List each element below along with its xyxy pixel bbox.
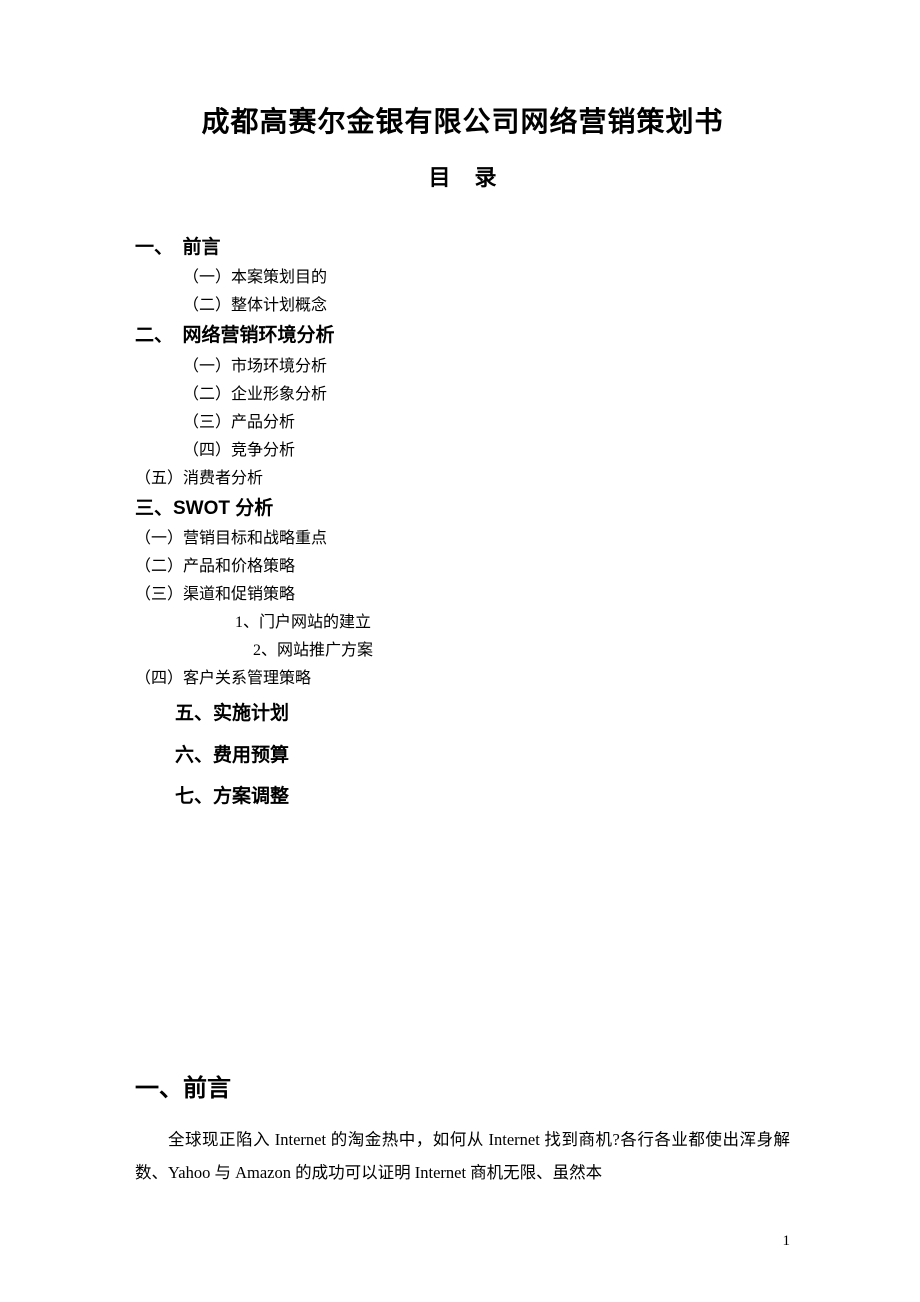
toc-item-3-4: （四）客户关系管理策略 xyxy=(135,665,790,693)
page-number: 1 xyxy=(783,1233,791,1250)
toc-item-2-2: （二）企业形象分析 xyxy=(135,381,790,409)
toc-item-3-3-2: 2、网站推广方案 xyxy=(135,637,790,665)
toc-item-3: 三、SWOT 分析 xyxy=(135,493,790,525)
section-1-heading: 一、前言 xyxy=(135,1068,790,1103)
document-title: 成都高赛尔金银有限公司网络营销策划书 xyxy=(135,100,790,140)
toc-item-2-5: （五）消费者分析 xyxy=(135,465,790,493)
toc-item-1-1: （一）本案策划目的 xyxy=(135,264,790,292)
toc-item-2-3: （三）产品分析 xyxy=(135,409,790,437)
toc-item-2-4: （四）竞争分析 xyxy=(135,437,790,465)
toc-item-1-2: （二）整体计划概念 xyxy=(135,292,790,320)
table-of-contents: 一、 前言 （一）本案策划目的 （二）整体计划概念 二、 网络营销环境分析 （一… xyxy=(135,232,790,818)
toc-item-3-3: （三）渠道和促销策略 xyxy=(135,581,790,609)
toc-item-3-1: （一）营销目标和战略重点 xyxy=(135,525,790,553)
toc-item-1: 一、 前言 xyxy=(135,232,790,264)
toc-item-7: 七、方案调整 xyxy=(135,776,790,818)
toc-heading: 目录 xyxy=(135,160,790,192)
toc-item-3-3-1: 1、门户网站的建立 xyxy=(135,609,790,637)
toc-item-5: 五、实施计划 xyxy=(135,693,790,735)
toc-item-3-2: （二）产品和价格策略 xyxy=(135,553,790,581)
toc-item-2-1: （一）市场环境分析 xyxy=(135,353,790,381)
section-1-paragraph: 全球现正陷入 Internet 的淘金热中，如何从 Internet 找到商机?… xyxy=(135,1123,790,1189)
toc-item-6: 六、费用预算 xyxy=(135,735,790,777)
toc-item-2: 二、 网络营销环境分析 xyxy=(135,320,790,352)
